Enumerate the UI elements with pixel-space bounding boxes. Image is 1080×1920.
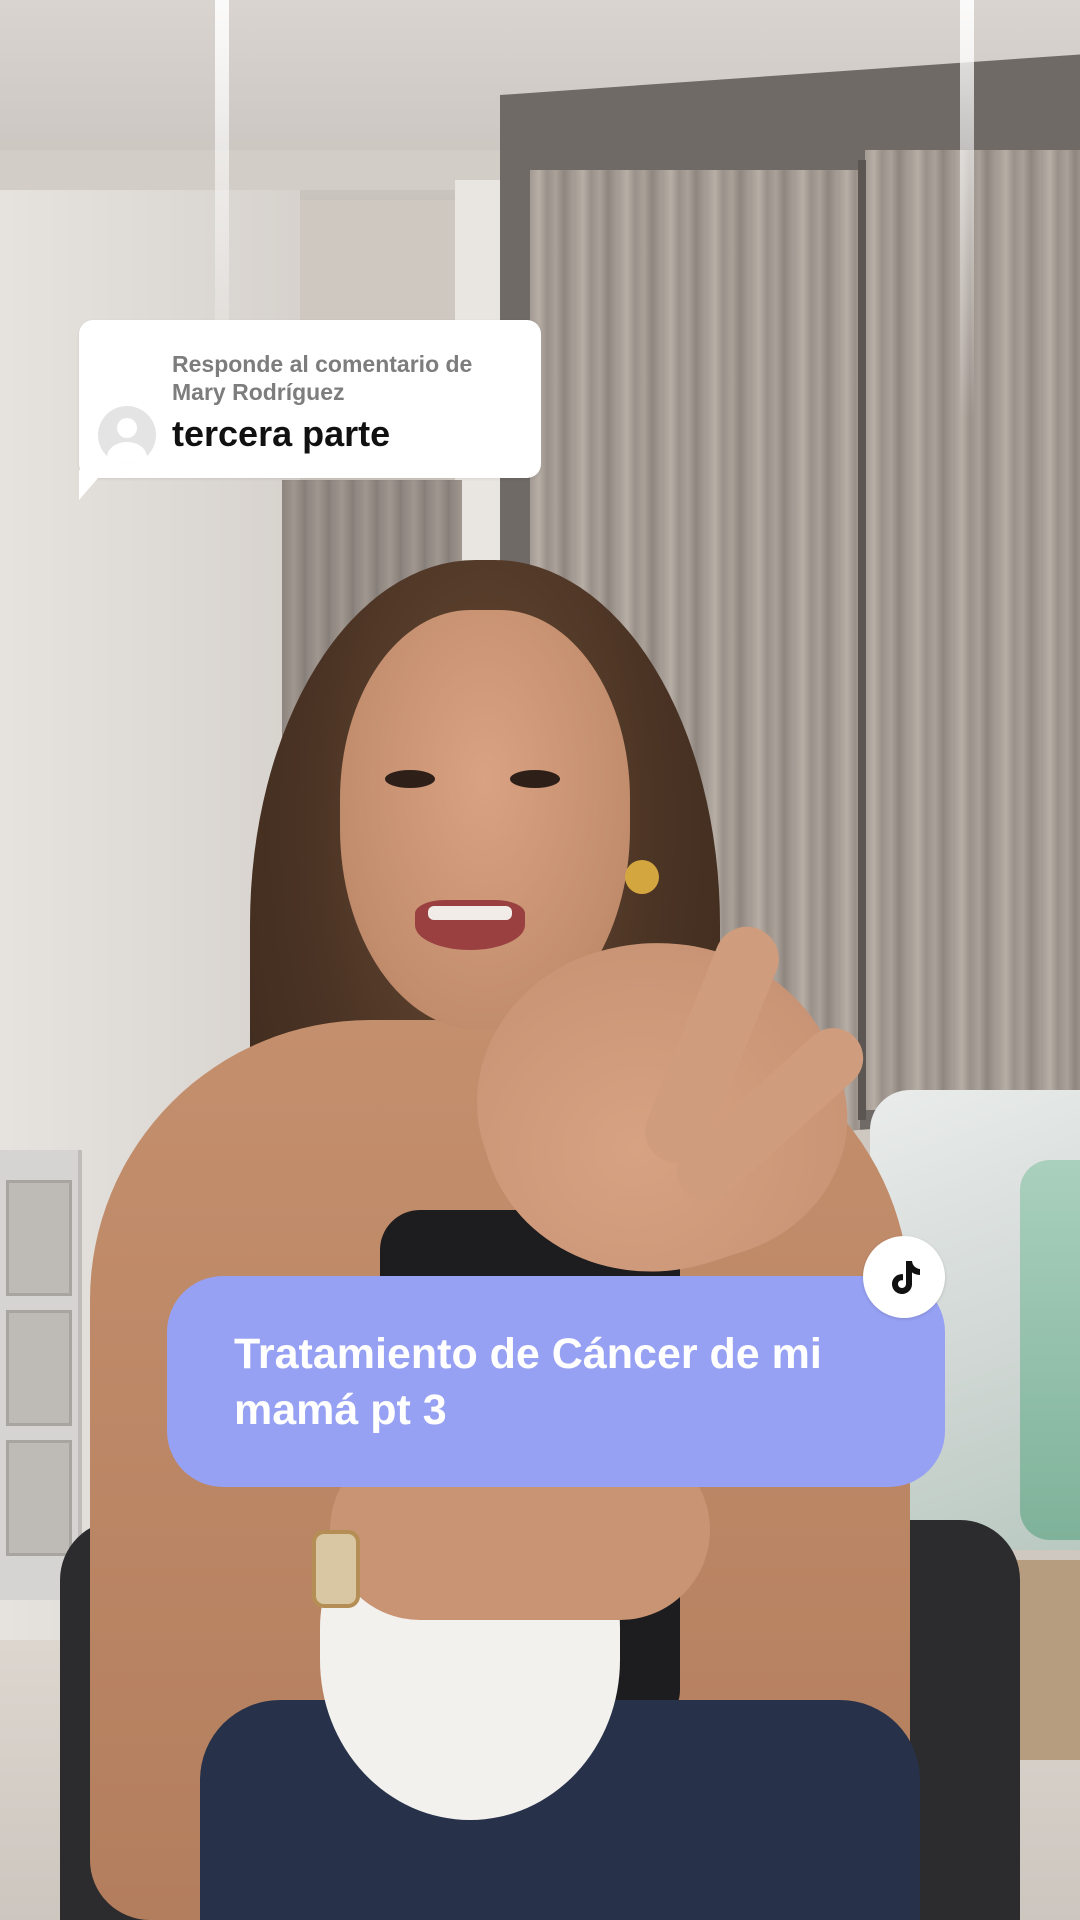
avatar-torso-shape — [107, 442, 147, 464]
comment-reply-tail — [79, 470, 105, 500]
person-teeth — [428, 906, 512, 920]
drawer — [6, 1310, 72, 1426]
wrist-watch — [312, 1530, 360, 1608]
video-frame[interactable]: Responde al comentario de Mary Rodríguez… — [0, 0, 1080, 1920]
wardrobe-door-gap — [858, 160, 866, 1120]
person-eye — [510, 770, 560, 788]
tiktok-note-glyph — [892, 1261, 920, 1294]
default-avatar-icon — [98, 406, 156, 464]
drawer — [6, 1440, 72, 1556]
ceiling-soffit — [0, 150, 520, 190]
reply-header-text: Responde al comentario de Mary Rodríguez — [172, 351, 473, 405]
plastic-drawers — [0, 1150, 82, 1600]
caption-text: Tratamiento de Cáncer de mi mamá pt 3 — [234, 1330, 822, 1434]
person-eye — [385, 770, 435, 788]
green-blanket — [1020, 1160, 1080, 1540]
gold-earring — [625, 860, 659, 894]
drawer — [6, 1180, 72, 1296]
tiktok-logo-icon — [863, 1236, 945, 1318]
avatar-head-shape — [117, 418, 137, 438]
reply-comment-text: tercera parte — [172, 413, 391, 454]
light-glare — [960, 0, 974, 420]
